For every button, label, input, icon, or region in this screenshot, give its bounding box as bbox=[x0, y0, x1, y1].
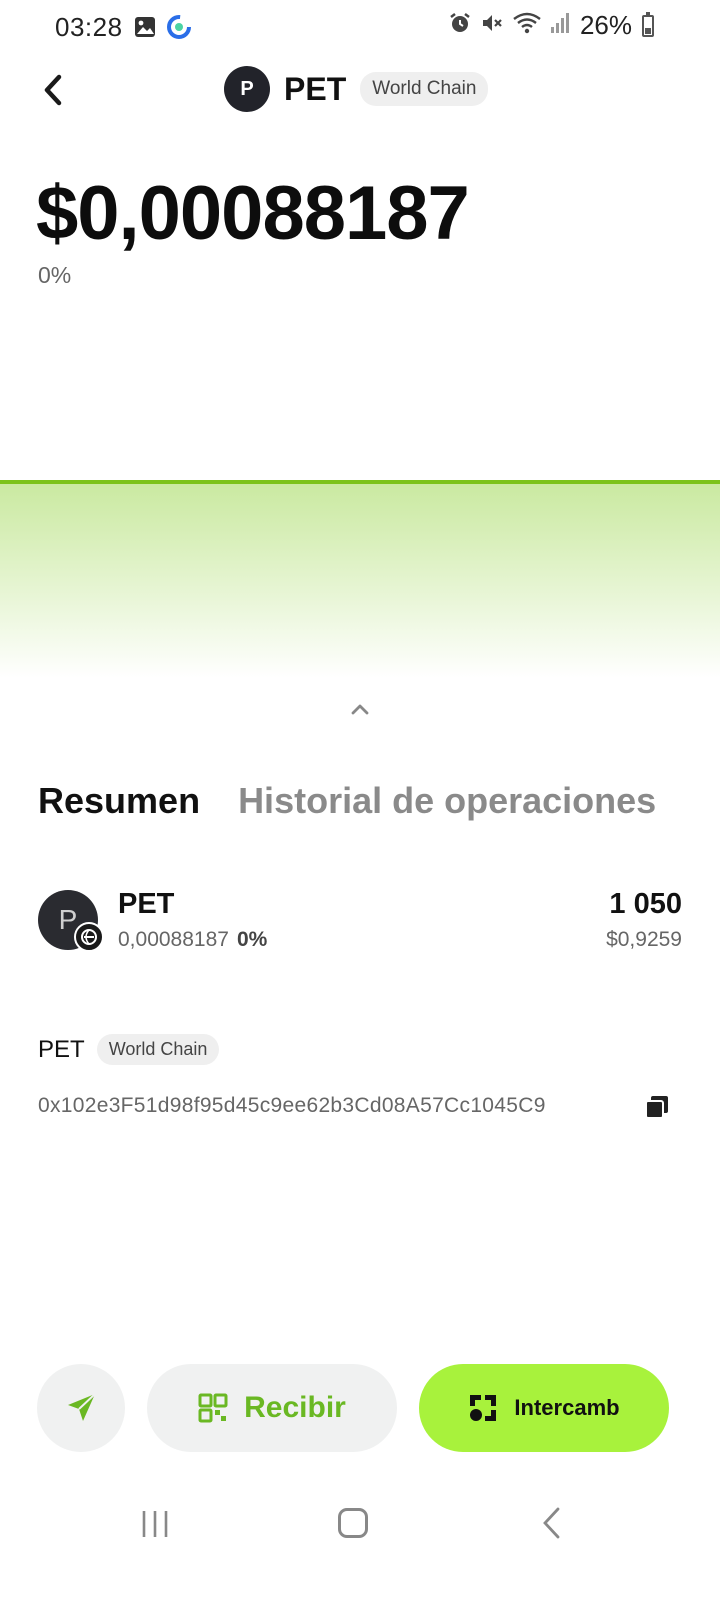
page-title: PET bbox=[284, 70, 347, 107]
send-icon bbox=[68, 1393, 96, 1421]
contract-header: PET World Chain bbox=[38, 1034, 220, 1065]
token-name: PET bbox=[118, 888, 175, 920]
home-button[interactable] bbox=[338, 1508, 368, 1538]
expand-chevron-button[interactable] bbox=[340, 694, 380, 724]
receive-button[interactable]: Recibir bbox=[147, 1364, 397, 1452]
status-bar: 03:28 26% bbox=[0, 0, 720, 52]
copy-button[interactable] bbox=[640, 1090, 674, 1124]
battery-percent: 26% bbox=[579, 10, 632, 40]
status-time: 03:28 bbox=[55, 12, 123, 42]
receive-label: Recibir bbox=[244, 1391, 346, 1424]
status-right-icons: 26% bbox=[448, 10, 654, 41]
recents-icon bbox=[142, 1511, 168, 1537]
swap-label: Intercamb bbox=[514, 1395, 620, 1420]
token-fiat-value: $0,9259 bbox=[606, 928, 682, 951]
tab-history[interactable]: Historial de operaciones bbox=[238, 780, 656, 822]
header-token: P PET World Chain bbox=[224, 66, 489, 112]
token-unit-price: 0,00088187 bbox=[118, 928, 229, 951]
chevron-left-icon bbox=[44, 74, 62, 106]
chevron-up-icon bbox=[351, 704, 369, 715]
contract-chain-badge: World Chain bbox=[96, 1034, 220, 1065]
contract-address: 0x102e3F51d98f95d45c9ee62b3Cd08A57Cc1045… bbox=[38, 1094, 546, 1117]
chart-area-fill bbox=[0, 482, 720, 678]
qr-code-icon bbox=[198, 1393, 228, 1423]
token-balance: 1 050 bbox=[609, 888, 682, 920]
wifi-icon bbox=[512, 11, 542, 40]
price-chart-svg bbox=[0, 480, 720, 678]
price-chart[interactable] bbox=[0, 478, 720, 678]
status-left-icons bbox=[134, 14, 192, 45]
header: P PET World Chain bbox=[0, 60, 720, 120]
back-icon bbox=[543, 1507, 560, 1539]
tab-summary[interactable]: Resumen bbox=[38, 780, 200, 822]
recents-button[interactable] bbox=[140, 1508, 170, 1545]
token-change: 0% bbox=[236, 928, 268, 951]
swap-icon bbox=[470, 1395, 497, 1421]
battery-icon bbox=[642, 11, 654, 37]
token-row[interactable]: P PET 0,00088187 0% 1 050 $0,9259 bbox=[38, 888, 682, 958]
gallery-icon bbox=[134, 16, 156, 43]
back-button[interactable] bbox=[30, 68, 74, 112]
system-nav-bar bbox=[0, 1490, 720, 1560]
price-change: 0% bbox=[38, 262, 72, 288]
alarm-icon bbox=[448, 11, 472, 40]
app-loader-icon bbox=[166, 14, 192, 45]
world-chain-icon bbox=[74, 922, 104, 952]
send-button[interactable] bbox=[37, 1364, 125, 1452]
token-price: $0,00088187 bbox=[36, 171, 470, 256]
mute-icon bbox=[480, 11, 504, 40]
chain-badge: World Chain bbox=[360, 72, 489, 106]
swap-button[interactable]: Intercamb bbox=[419, 1364, 669, 1452]
tabs: Resumen Historial de operaciones bbox=[38, 780, 656, 822]
nav-back-button[interactable] bbox=[540, 1506, 562, 1545]
signal-icon bbox=[550, 11, 572, 40]
token-price-row: 0,00088187 0% bbox=[118, 928, 267, 952]
copy-icon bbox=[645, 1096, 668, 1119]
token-avatar: P bbox=[224, 66, 270, 112]
contract-symbol: PET bbox=[38, 1035, 85, 1063]
